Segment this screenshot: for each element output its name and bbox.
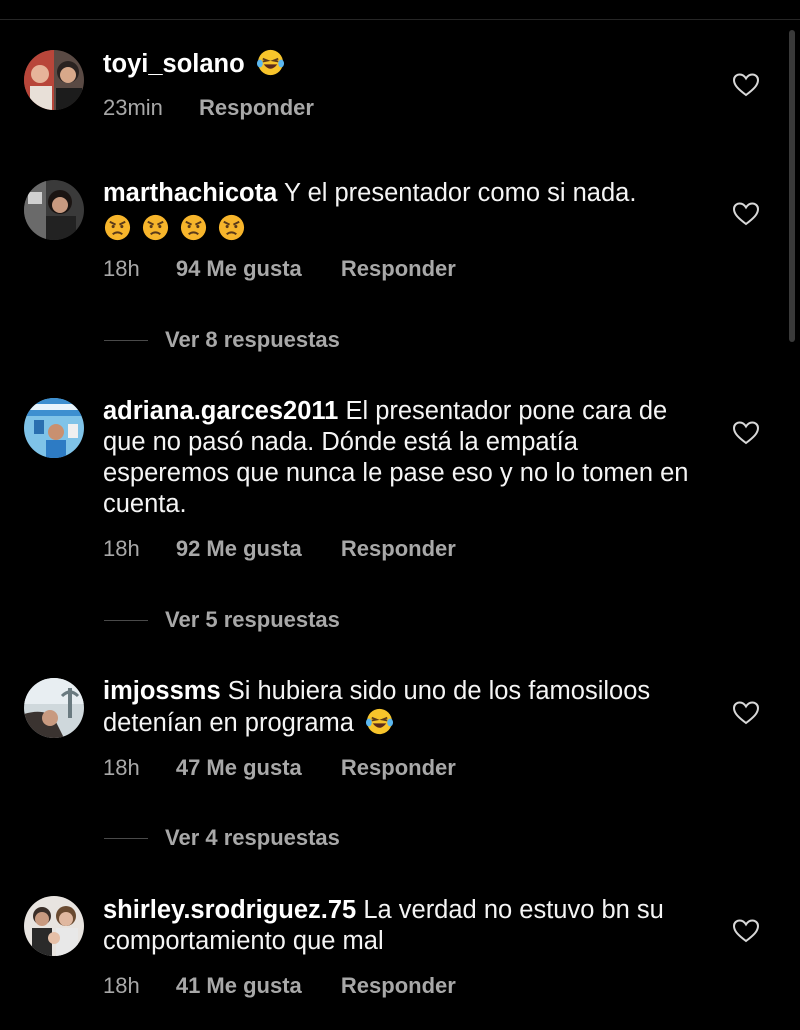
comment-meta: 18h 47 Me gusta Responder	[103, 755, 456, 781]
likes-count[interactable]: 47 Me gusta	[176, 755, 302, 781]
avatar[interactable]	[24, 678, 84, 738]
likes-count[interactable]: 94 Me gusta	[176, 256, 302, 282]
reply-button[interactable]: Responder	[341, 536, 456, 562]
avatar[interactable]	[24, 50, 84, 110]
reply-button[interactable]: Responder	[341, 755, 456, 781]
replies-divider	[104, 339, 148, 341]
comment-username[interactable]: imjossms	[103, 677, 221, 705]
view-replies-label[interactable]: Ver 8 respuestas	[165, 327, 340, 352]
comment-username[interactable]: shirley.srodriguez.75	[103, 896, 356, 924]
laughing-tears-emoji-icon	[256, 49, 284, 76]
comment-username[interactable]: adriana.garces2011	[103, 397, 338, 425]
reply-button[interactable]: Responder	[341, 256, 456, 282]
avatar[interactable]	[24, 180, 84, 240]
heart-icon[interactable]	[733, 919, 759, 943]
replies-divider	[104, 619, 148, 621]
reply-button[interactable]: Responder	[199, 95, 314, 121]
view-replies-label[interactable]: Ver 5 respuestas	[165, 607, 340, 632]
comment-time: 23min	[103, 95, 163, 120]
comment-meta: 18h 92 Me gusta Responder	[103, 536, 456, 562]
comment-text: toyi_solano	[103, 48, 703, 80]
view-replies-button[interactable]: Ver 4 respuestas	[104, 825, 340, 851]
reply-button[interactable]: Responder	[341, 973, 456, 999]
comment-text: imjossms Si hubiera sido uno de los famo…	[103, 676, 703, 739]
likes-count[interactable]: 41 Me gusta	[176, 973, 302, 999]
scrollbar[interactable]	[789, 30, 795, 342]
top-divider	[0, 19, 800, 20]
angry-emoji-icon	[142, 214, 169, 241]
comment-username[interactable]: marthachicota	[103, 179, 277, 207]
view-replies-button[interactable]: Ver 5 respuestas	[104, 607, 340, 633]
view-replies-label[interactable]: Ver 4 respuestas	[165, 825, 340, 850]
comment-body: Y el presentador como si nada.	[283, 179, 637, 207]
comment-time: 18h	[103, 973, 140, 998]
heart-icon[interactable]	[733, 202, 759, 226]
comment-meta: 23min Responder	[103, 95, 314, 121]
angry-emoji-icon	[104, 214, 131, 241]
comment-time: 18h	[103, 256, 140, 281]
comment-username[interactable]: toyi_solano	[103, 50, 245, 78]
laughing-tears-emoji-icon	[365, 708, 394, 735]
comment-time: 18h	[103, 755, 140, 780]
comment-meta: 18h 41 Me gusta Responder	[103, 973, 456, 999]
replies-divider	[104, 837, 148, 839]
heart-icon[interactable]	[733, 701, 759, 725]
comment-text: marthachicota Y el presentador como si n…	[103, 178, 703, 245]
likes-count[interactable]: 92 Me gusta	[176, 536, 302, 562]
avatar[interactable]	[24, 896, 84, 956]
comment-text: shirley.srodriguez.75 La verdad no estuv…	[103, 895, 703, 957]
angry-emoji-icon	[218, 214, 245, 241]
comment-meta: 18h 94 Me gusta Responder	[103, 256, 456, 282]
comment-time: 18h	[103, 536, 140, 561]
comment-text: adriana.garces2011 El presentador pone c…	[103, 396, 703, 520]
heart-icon[interactable]	[733, 73, 759, 97]
heart-icon[interactable]	[733, 421, 759, 445]
avatar[interactable]	[24, 398, 84, 458]
angry-emoji-icon	[180, 214, 207, 241]
view-replies-button[interactable]: Ver 8 respuestas	[104, 327, 340, 353]
